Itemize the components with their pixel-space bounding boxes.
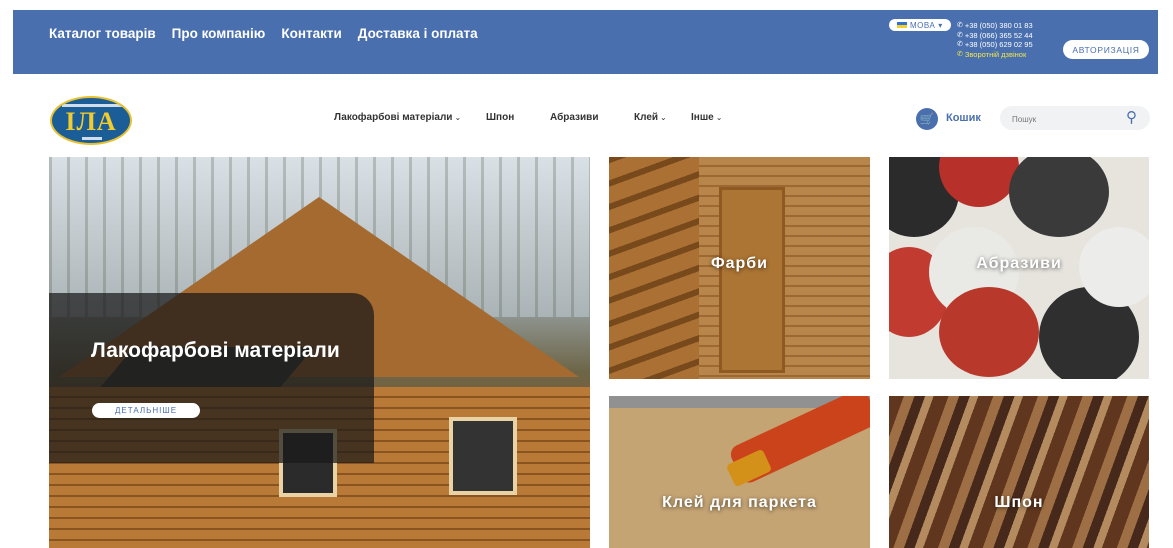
tile-title: Клей для паркета — [662, 494, 817, 511]
menu-label: Лакофарбові матеріали — [334, 112, 453, 123]
sanding-disc-image — [1009, 157, 1109, 237]
phone-icon: ✆ — [957, 41, 963, 48]
tile-title: Шпон — [994, 494, 1044, 511]
phone-number-2[interactable]: +38 (066) 365 52 44 — [965, 31, 1033, 41]
tile-abrasives[interactable]: Абразиви — [889, 157, 1149, 379]
window-image — [449, 417, 517, 495]
tile-title: Фарби — [710, 255, 769, 272]
sanding-disc-image — [939, 287, 1039, 377]
search-box: ⚲ — [1000, 106, 1150, 130]
auth-button[interactable]: АВТОРИЗАЦІЯ — [1063, 40, 1149, 59]
menu-veneer[interactable]: Шпон — [486, 112, 514, 123]
hero-tile[interactable]: Лакофарбові матеріали ДЕТАЛЬНІШЕ — [49, 157, 590, 548]
phone-number-3[interactable]: +38 (050) 629 02 95 — [965, 40, 1033, 50]
menu-other[interactable]: Інше ⌄ — [691, 112, 722, 123]
phone-icon: ✆ — [957, 31, 963, 39]
hero-title: Лакофарбові матеріали — [91, 339, 340, 362]
search-icon[interactable]: ⚲ — [1126, 108, 1137, 126]
nav-delivery[interactable]: Доставка і оплата — [358, 26, 478, 41]
phone-icon: ✆ — [957, 22, 963, 29]
chevron-down-icon: ⌄ — [454, 113, 462, 122]
menu-abrasives[interactable]: Абразиви — [550, 112, 598, 123]
language-label: МОВА — [910, 20, 936, 30]
tile-shade — [609, 396, 870, 548]
tile-veneer[interactable]: Шпон — [889, 396, 1149, 548]
language-selector[interactable]: МОВА ▾ — [889, 19, 951, 31]
hero-overlay — [49, 293, 374, 463]
menu-label: Абразиви — [550, 112, 599, 123]
top-bar: Каталог товарів Про компанію Контакти До… — [13, 10, 1158, 74]
top-nav: Каталог товарів Про компанію Контакти До… — [49, 26, 478, 41]
tile-title: Абразиви — [976, 255, 1062, 272]
callback-link[interactable]: Зворотній дзвінок — [965, 50, 1026, 60]
search-input[interactable] — [1010, 111, 1124, 127]
logo-text: ІЛА — [65, 107, 117, 136]
menu-label: Інше — [691, 112, 714, 123]
menu-label: Шпон — [486, 112, 515, 123]
caret-down-icon: ▾ — [938, 20, 943, 30]
chevron-down-icon: ⌄ — [660, 113, 667, 122]
menu-glue[interactable]: Клей ⌄ — [634, 112, 667, 123]
cart-icon[interactable]: 🛒 — [916, 108, 938, 130]
chevron-down-icon: ⌄ — [715, 113, 723, 122]
logo-bottom-strip — [82, 137, 102, 140]
tile-shade — [889, 396, 1149, 548]
nav-catalog[interactable]: Каталог товарів — [49, 26, 156, 41]
nav-contacts[interactable]: Контакти — [281, 26, 341, 41]
nav-about[interactable]: Про компанію — [172, 26, 266, 41]
company-logo[interactable]: ІЛА — [50, 96, 132, 145]
tile-paints[interactable]: Фарби — [609, 157, 870, 379]
phone-number-1[interactable]: +38 (050) 380 01 83 — [965, 21, 1033, 31]
details-button[interactable]: ДЕТАЛЬНІШЕ — [92, 403, 200, 418]
tile-parquet-glue[interactable]: Клей для паркета — [609, 396, 870, 548]
callback-phone-icon: ✆ — [957, 50, 963, 58]
phone-list: ✆ +38 (050) 380 01 83 ✆ +38 (066) 365 52 4… — [957, 21, 1033, 59]
menu-label: Клей — [634, 112, 659, 123]
menu-paint-materials[interactable]: Лакофарбові матеріали ⌄ — [334, 112, 461, 123]
ukraine-flag-icon — [897, 22, 907, 28]
cart-link[interactable]: Кошик — [946, 112, 981, 124]
